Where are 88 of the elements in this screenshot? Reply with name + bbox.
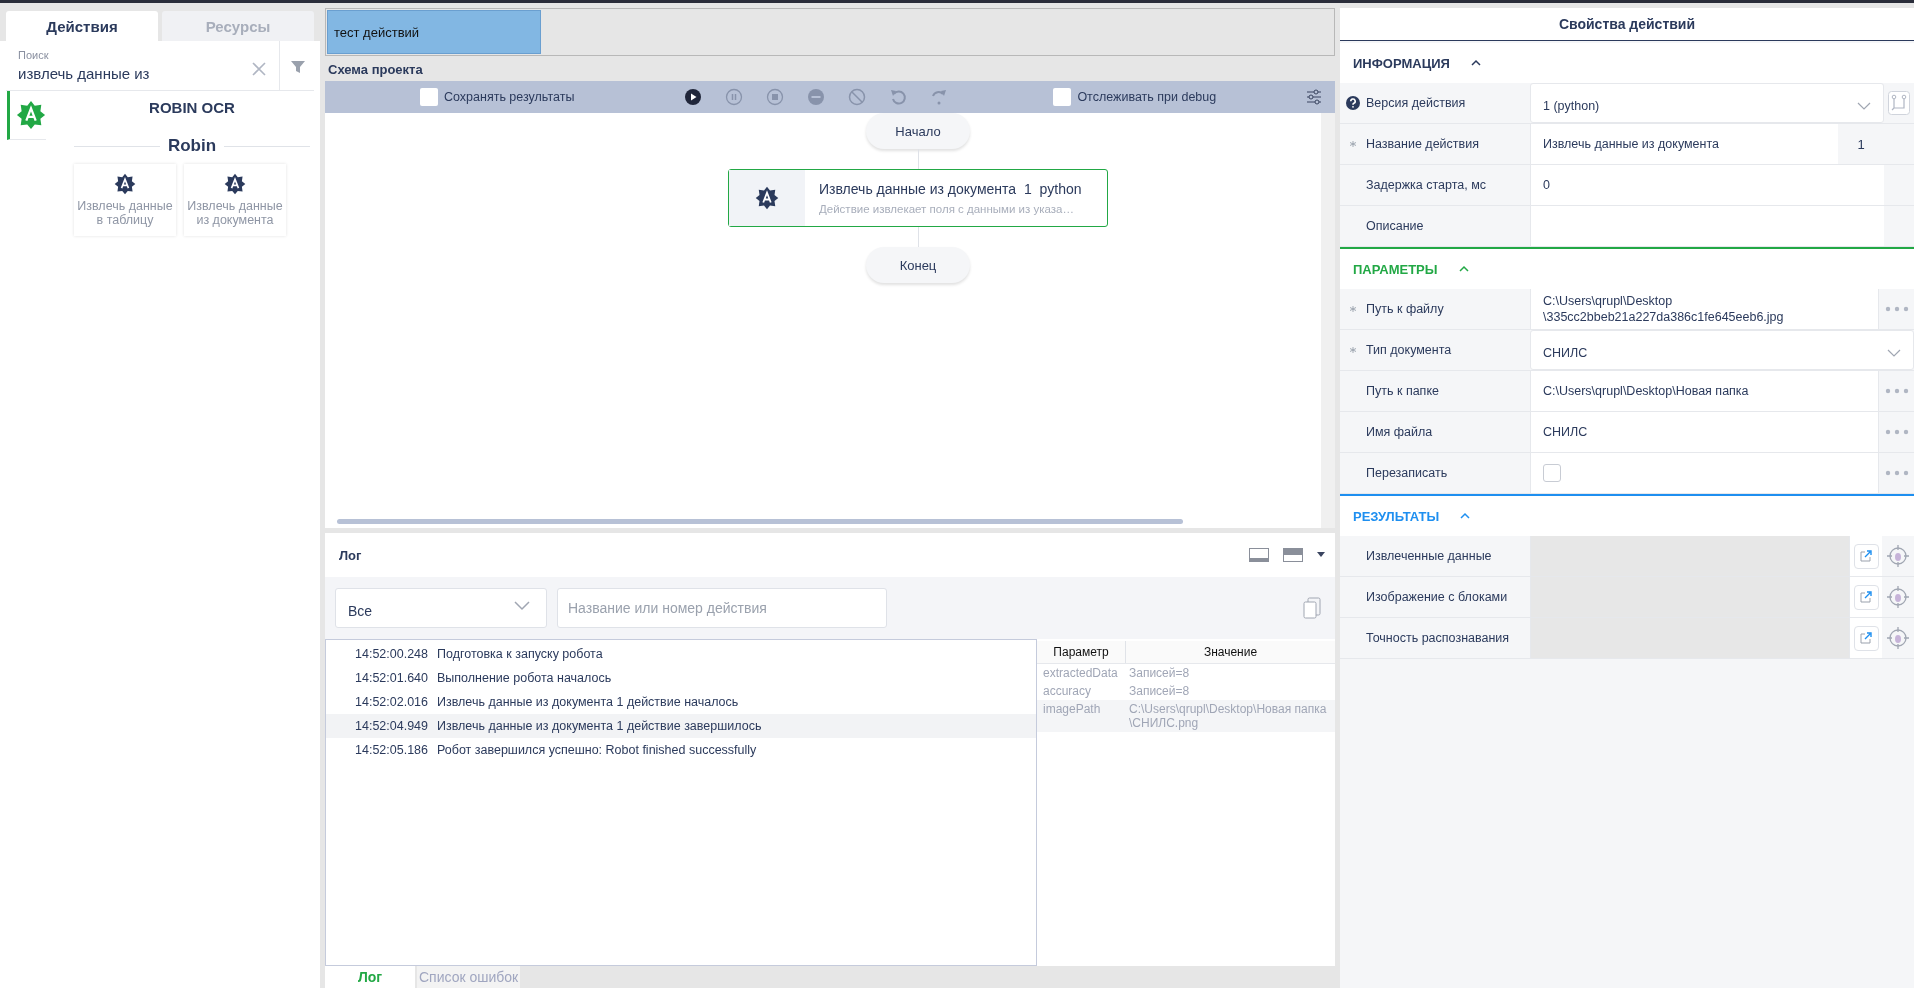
category-title: ROBIN OCR (148, 99, 236, 116)
section-title: ПАРАМЕТРЫ (1353, 261, 1438, 277)
group-title: Robin (167, 136, 217, 156)
save-results-checkbox[interactable]: Сохранять результаты (420, 88, 575, 106)
panel-tab[interactable]: Действия (6, 11, 158, 41)
collapse-icon[interactable] (1469, 59, 1482, 67)
chevron-icon (514, 601, 530, 611)
field-label: Путь к файлу (1366, 302, 1444, 316)
field-label: Имя файла (1366, 425, 1433, 439)
section-title: РЕЗУЛЬТАТЫ (1353, 508, 1440, 524)
input-field[interactable]: C:\Users\qrupl\Desktop \335cc2bbeb21a227da386c1fe645eeb6.jpg (1530, 289, 1878, 329)
help-icon[interactable] (1346, 96, 1360, 110)
table-cell-text: Записей=8 (1128, 666, 1191, 680)
input-field[interactable]: 0 (1530, 165, 1884, 205)
panel-title: Свойства действий (1340, 8, 1914, 41)
filter-icon[interactable] (290, 59, 306, 75)
export-button[interactable] (1853, 543, 1879, 569)
export-icon (1860, 591, 1872, 603)
field-label: Изображение с блоками (1366, 590, 1508, 604)
filter-select[interactable]: Все (335, 588, 547, 628)
dock-top-icon[interactable] (1283, 548, 1303, 562)
section-title: Схема проекта (327, 61, 424, 79)
bug-target-icon[interactable] (1887, 545, 1909, 567)
document-tab[interactable]: тест действий (327, 10, 541, 54)
select-field[interactable]: 1 (python) (1530, 83, 1884, 123)
export-button[interactable] (1853, 584, 1879, 610)
chevron-icon (1857, 102, 1871, 110)
select-field[interactable]: СНИЛС (1530, 330, 1914, 370)
bug-target-icon[interactable] (1887, 586, 1909, 608)
ellipsis-icon (1884, 429, 1909, 435)
badge-icon (16, 99, 46, 131)
chevron-icon (1887, 349, 1901, 357)
log-entry[interactable]: 14:52:00.248 Подготовка к запуску робота (326, 642, 1036, 666)
field-label: Тип документа (1366, 343, 1452, 357)
field-label: Точность распознавания (1366, 631, 1510, 645)
section-title: ИНФОРМАЦИЯ (1353, 55, 1450, 71)
export-button[interactable] (1853, 625, 1879, 651)
input-field[interactable]: Извлечь данные из документа (1530, 124, 1838, 164)
field-label: Задержка старта, мс (1366, 178, 1487, 192)
table-cell-text: imagePath (1042, 702, 1102, 718)
action-number: 1 (1856, 135, 1866, 154)
badge-icon (755, 186, 779, 210)
log-entry[interactable]: 14:52:04.949 Извлечь данные из документа 1 действие завершилось (326, 714, 1036, 738)
field-label: Извлеченные данные (1366, 549, 1492, 563)
search-field[interactable]: Поиск извлечь данные из (6, 41, 280, 90)
dock-bottom-icon[interactable] (1249, 548, 1269, 562)
caret-icon[interactable] (1317, 552, 1325, 558)
branch-icon[interactable] (1888, 91, 1910, 115)
table-cell-text: extractedData (1042, 666, 1119, 680)
ellipsis-icon (1884, 470, 1909, 476)
input-field[interactable] (1530, 206, 1884, 246)
field-label: Перезаписать (1366, 466, 1448, 480)
ellipsis-icon (1884, 306, 1909, 312)
input-field[interactable]: C:\Users\qrupl\Desktop\Новая папка (1530, 371, 1878, 411)
debug-trace-checkbox[interactable]: Отслеживать при debug (1053, 88, 1217, 106)
input-field[interactable]: СНИЛС (1530, 412, 1878, 452)
search-field[interactable]: Название или номер действия (557, 588, 887, 628)
copy-icon[interactable] (1303, 597, 1321, 619)
table-cell-text: C:\Users\qrupl\Desktop\Новая папка \СНИЛС.png (1128, 702, 1328, 730)
table-cell-text: Записей=8 (1128, 684, 1191, 698)
bug-target-icon[interactable] (1887, 627, 1909, 649)
checkbox[interactable] (1543, 464, 1561, 482)
badge-icon (224, 172, 246, 195)
settings-icon[interactable] (1305, 88, 1323, 106)
badge-icon (114, 172, 136, 195)
export-icon (1860, 632, 1872, 644)
node-title: Извлечь данные из документа 1 python (819, 181, 1082, 197)
scrollbar[interactable] (337, 519, 1183, 524)
log-entry[interactable]: 14:52:01.640 Выполнение робота началось (326, 666, 1036, 690)
export-icon (1860, 550, 1872, 562)
play-icon[interactable] (684, 88, 703, 106)
column-header: Параметр (1037, 641, 1126, 663)
start-node[interactable]: Начало (866, 113, 970, 149)
field-label: Путь к папке (1366, 384, 1439, 398)
field-label: Версия действия (1366, 96, 1466, 110)
end-node[interactable]: Конец (866, 247, 970, 283)
ellipsis-icon (1884, 388, 1909, 394)
field-label: Название действия (1366, 137, 1479, 151)
log-entry[interactable]: 14:52:05.186 Робот завершился успешно: Robot finished successfully (326, 738, 1036, 762)
clear-icon[interactable] (251, 61, 267, 77)
category-item[interactable] (7, 91, 46, 140)
node-description: Действие извлекает поля с данными из указа… (819, 203, 1075, 215)
table-cell-text: accuracy (1042, 684, 1093, 698)
column-header: Значение (1202, 644, 1259, 661)
field-label: Описание (1366, 219, 1424, 233)
panel-title: Лог (339, 547, 362, 563)
log-entry[interactable]: 14:52:02.016 Извлечь данные из документа 1 действие началось (326, 690, 1036, 714)
action-node[interactable]: Извлечь данные из документа 1 python Действие извлекает поля с данными из указа… (728, 169, 1108, 227)
